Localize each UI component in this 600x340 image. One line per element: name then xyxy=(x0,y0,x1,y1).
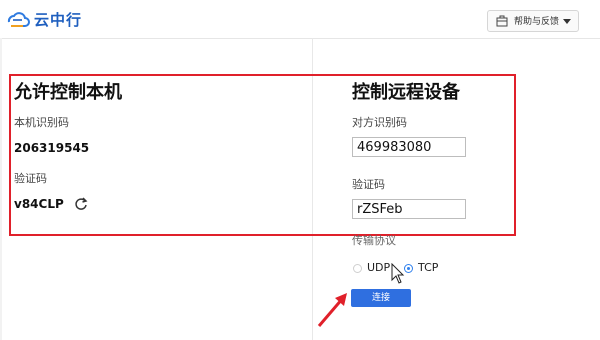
mouse-cursor-icon xyxy=(391,263,405,284)
help-feedback-label: 帮助与反馈 xyxy=(514,17,560,27)
local-section-title: 允许控制本机 xyxy=(14,82,122,103)
toolbox-icon xyxy=(496,15,508,27)
remote-id-label: 对方识别码 xyxy=(352,116,407,129)
local-id-label: 本机识别码 xyxy=(14,116,69,129)
udp-radio[interactable] xyxy=(353,264,362,273)
cloud-logo-icon xyxy=(7,12,30,27)
app-title: 云中行 xyxy=(34,11,83,29)
annotation-arrow-icon xyxy=(317,293,347,327)
tcp-radio-label[interactable]: TCP xyxy=(418,261,438,274)
remote-section-title: 控制远程设备 xyxy=(352,82,460,103)
chevron-down-icon[interactable] xyxy=(563,19,571,24)
remote-code-input[interactable] xyxy=(352,199,466,219)
udp-radio-label[interactable]: UDP xyxy=(367,261,390,274)
local-code-label: 验证码 xyxy=(14,172,47,185)
connect-button[interactable]: 连接 xyxy=(351,289,411,307)
remote-code-label: 验证码 xyxy=(352,178,385,191)
remote-id-input[interactable] xyxy=(352,137,466,157)
left-rail xyxy=(0,38,2,340)
title-bar: 云中行 帮助与反馈 xyxy=(0,0,600,39)
local-id-value: 206319545 xyxy=(14,141,90,155)
refresh-icon[interactable] xyxy=(74,197,88,211)
local-code-value: v84CLP xyxy=(14,197,64,211)
protocol-label: 传输协议 xyxy=(352,234,396,247)
